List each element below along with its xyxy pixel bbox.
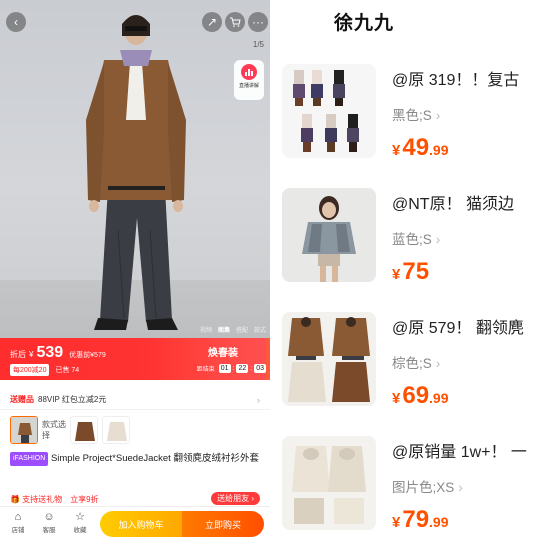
chevron-right-icon: › <box>435 232 441 247</box>
product-card-title: @原 579！ 翻领麂 <box>392 320 524 337</box>
price-integer: 79 <box>402 506 430 533</box>
currency-symbol: ¥ <box>392 266 401 283</box>
gallery-tab-album[interactable]: 图集 <box>218 325 230 334</box>
product-card-image[interactable] <box>282 312 376 406</box>
price-integer: 49 <box>402 134 430 161</box>
product-card-title: @原销量 1w+！ 一 <box>392 444 527 461</box>
currency-symbol: ¥ <box>392 142 401 159</box>
price-decimal: .99 <box>429 142 449 158</box>
price-integer: 75 <box>402 258 430 285</box>
bottom-action-bar: ⌂ 店铺 ☺ 客服 ☆ 收藏 加入购物车 立即购买 <box>0 506 270 540</box>
product-card[interactable]: @原 319！！复古 黑色;S › ¥49.99 <box>282 64 540 188</box>
chevron-right-icon: › <box>435 108 441 123</box>
variant-thumb-1[interactable] <box>10 416 38 444</box>
image-pagination: 1/5 <box>252 40 264 49</box>
product-title-text: Simple Project*SuedeJacket 翻领麂皮绒衬衫外套 <box>50 453 259 464</box>
send-to-friend-button[interactable]: 送给朋友 › <box>211 492 260 505</box>
product-card-spec[interactable]: 黑色;S › <box>392 104 440 124</box>
product-card-price: ¥49.99 <box>392 134 449 162</box>
screen: ‹ ↗ ··· 1/5 直播讲解 视频 图集 搭配 款式 折后 ¥ 539 优惠… <box>0 0 540 540</box>
product-card-spec[interactable]: 蓝色;S › <box>392 228 440 248</box>
store-icon: ⌂ <box>14 511 22 523</box>
store-button[interactable]: ⌂ 店铺 <box>6 511 30 534</box>
product-card-price: ¥79.99 <box>392 506 449 534</box>
variant-thumb-3[interactable] <box>102 416 130 444</box>
discounted-price: 539 <box>36 344 64 361</box>
favorite-button[interactable]: ☆ 收藏 <box>68 511 92 534</box>
product-card-spec[interactable]: 棕色;S › <box>392 352 440 372</box>
add-to-cart-button[interactable]: 加入购物车 <box>100 511 182 537</box>
live-explain-button[interactable]: 直播讲解 <box>234 60 264 100</box>
event-title: 焕春装 <box>208 348 238 359</box>
spec-text: 黑色;S <box>392 108 432 123</box>
price-bar: 折后 ¥ 539 优惠前¥579 每200减20 已售 74 焕春装 距结束 0… <box>0 338 270 380</box>
gallery-tab-style[interactable]: 款式 <box>254 325 266 334</box>
product-title: iFASHION Simple Project*SuedeJacket 翻领麂皮… <box>10 452 260 466</box>
countdown-timer: 距结束 01 : 22 : 03 <box>196 364 266 373</box>
service-label: 客服 <box>42 527 56 534</box>
chevron-right-icon: › <box>435 356 441 371</box>
price-integer: 69 <box>402 382 430 409</box>
store-label: 店铺 <box>11 527 25 534</box>
gallery-tabs: 视频 图集 搭配 款式 <box>200 325 266 334</box>
product-card-image[interactable] <box>282 188 376 282</box>
currency-symbol: ¥ <box>29 350 34 359</box>
product-card-title: @NT原！ 猫须边 <box>392 196 515 213</box>
product-card[interactable]: @NT原！ 猫须边 蓝色;S › ¥75 <box>282 188 540 312</box>
spec-text: 棕色;S <box>392 356 432 371</box>
live-icon <box>241 64 257 80</box>
brand-tag: iFASHION <box>10 452 49 466</box>
gift-support-text: 🎁 支持送礼物 <box>10 494 63 504</box>
gift-text: 88VIP 红包立减2元 <box>38 395 107 404</box>
cart-icon[interactable] <box>225 12 245 32</box>
coupon-badge[interactable]: 每200减20 <box>10 364 50 376</box>
buy-now-button[interactable]: 立即购买 <box>182 511 264 537</box>
discount-text: 立享9折 <box>70 494 99 504</box>
price-decimal: .99 <box>429 514 449 530</box>
product-card-image[interactable] <box>282 436 376 530</box>
product-card-price: ¥75 <box>392 258 429 286</box>
variant-thumb-2[interactable] <box>70 416 98 444</box>
live-label: 直播讲解 <box>238 83 259 89</box>
chevron-right-icon: › <box>257 394 260 405</box>
product-card-spec[interactable]: 图片色;XS › <box>392 476 463 496</box>
favorite-icon: ☆ <box>75 511 85 523</box>
product-detail-panel: ‹ ↗ ··· 1/5 直播讲解 视频 图集 搭配 款式 折后 ¥ 539 优惠… <box>0 0 270 540</box>
product-card-image[interactable] <box>282 64 376 158</box>
after-discount-label: 折后 <box>10 350 26 359</box>
price-decimal: .99 <box>429 390 449 406</box>
share-icon[interactable]: ↗ <box>202 12 222 32</box>
variant-selector: 款式选择 <box>10 414 130 446</box>
promo-row: 🎁 支持送礼物 立享9折 送给朋友 › <box>10 492 260 506</box>
spec-text: 蓝色;S <box>392 232 432 247</box>
model-figure <box>86 15 186 330</box>
gift-row[interactable]: 送赠品 88VIP 红包立减2元 › <box>0 390 270 410</box>
gallery-tab-video[interactable]: 视频 <box>200 325 212 334</box>
product-card[interactable]: @原销量 1w+！ 一 图片色;XS › ¥79.99 <box>282 436 540 540</box>
service-icon: ☺ <box>43 511 55 523</box>
product-card[interactable]: @原 579！ 翻领麂 棕色;S › ¥69.99 <box>282 312 540 436</box>
spec-text: 图片色;XS <box>392 480 455 495</box>
service-button[interactable]: ☺ 客服 <box>37 511 61 534</box>
back-icon[interactable]: ‹ <box>6 12 26 32</box>
gallery-tab-match[interactable]: 搭配 <box>236 325 248 334</box>
favorite-label: 收藏 <box>73 527 87 534</box>
product-hero-image[interactable]: ‹ ↗ ··· 1/5 直播讲解 视频 图集 搭配 款式 <box>0 0 270 338</box>
timer-minutes: 22 <box>236 364 249 373</box>
chevron-right-icon: › <box>458 480 463 495</box>
timer-seconds: 03 <box>254 364 266 373</box>
more-icon[interactable]: ··· <box>248 12 268 32</box>
currency-symbol: ¥ <box>392 514 401 531</box>
timer-hours: 01 <box>218 364 231 373</box>
timer-label: 距结束 <box>196 367 215 373</box>
currency-symbol: ¥ <box>392 390 401 407</box>
sold-count: 已售 74 <box>55 367 80 374</box>
product-card-price: ¥69.99 <box>392 382 449 410</box>
gift-tag: 送赠品 <box>10 395 34 404</box>
shop-name: 徐九九 <box>334 13 395 34</box>
variant-label: 款式选择 <box>42 420 66 440</box>
product-card-title: @原 319！！复古 <box>392 72 520 89</box>
original-price: 优惠前¥579 <box>69 352 106 359</box>
shop-listing-panel: 徐九九 @原 319！！复古 黑色;S › ¥49.99 @NT原！ 猫须边 蓝… <box>270 0 540 540</box>
